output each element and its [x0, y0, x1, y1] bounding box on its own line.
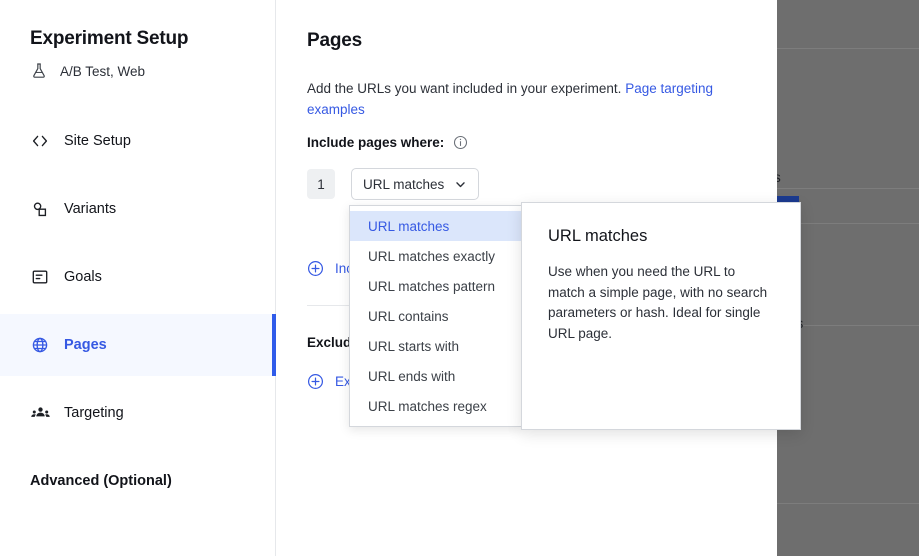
- sidebar-item-label: Variants: [64, 201, 117, 217]
- sidebar-item-label: Pages: [64, 337, 107, 353]
- dim-text-fragment-top: s: [777, 170, 781, 185]
- people-group-icon: [30, 403, 50, 423]
- condition-dropdown-menu: URL matches URL matches exactly URL matc…: [349, 205, 522, 427]
- include-pages-label-group: Include pages where:: [307, 135, 468, 150]
- sidebar-item-label: Goals: [64, 269, 102, 285]
- code-brackets-icon: [30, 131, 50, 151]
- sidebar-item-goals[interactable]: Goals: [0, 246, 276, 308]
- sidebar-item-site-setup[interactable]: Site Setup: [0, 110, 276, 172]
- include-pages-label: Include pages where:: [307, 135, 445, 150]
- dim-card: [777, 48, 919, 188]
- info-circle-icon[interactable]: [453, 135, 468, 150]
- page-title: Experiment Setup: [30, 28, 189, 49]
- plus-circle-icon: [307, 260, 324, 277]
- rule-row-1: 1 URL matches: [307, 168, 480, 200]
- globe-icon: [30, 335, 50, 355]
- dropdown-option-url-ends-with[interactable]: URL ends with: [350, 361, 521, 391]
- dropdown-option-url-starts-with[interactable]: URL starts with: [350, 331, 521, 361]
- sidebar-item-label: Targeting: [64, 405, 124, 421]
- sidebar-item-label: Advanced (Optional): [30, 473, 172, 489]
- variants-icon: [30, 199, 50, 219]
- panel-title: Pages: [307, 30, 362, 51]
- sidebar: Experiment Setup A/B Test, Web Site Setu…: [0, 0, 276, 556]
- condition-select[interactable]: URL matches: [351, 168, 480, 200]
- dropdown-option-url-matches-regex[interactable]: URL matches regex: [350, 391, 521, 421]
- dropdown-option-url-matches-exactly[interactable]: URL matches exactly: [350, 241, 521, 271]
- panel-description-text: Add the URLs you want included in your e…: [307, 81, 626, 96]
- condition-select-value: URL matches: [363, 176, 445, 192]
- dropdown-option-url-matches-pattern[interactable]: URL matches pattern: [350, 271, 521, 301]
- tooltip-title: URL matches: [548, 227, 648, 245]
- dropdown-option-url-contains[interactable]: URL contains: [350, 301, 521, 331]
- experiment-type-label: A/B Test, Web: [60, 63, 146, 79]
- flask-icon: [30, 62, 48, 80]
- dropdown-option-url-matches[interactable]: URL matches: [350, 211, 521, 241]
- chevron-down-icon: [454, 178, 467, 191]
- experiment-type: A/B Test, Web: [30, 62, 145, 80]
- goals-list-icon: [30, 267, 50, 287]
- sidebar-item-advanced[interactable]: Advanced (Optional): [0, 450, 276, 512]
- tooltip-body: Use when you need the URL to match a sim…: [548, 264, 768, 341]
- sidebar-item-variants[interactable]: Variants: [0, 178, 276, 240]
- sidebar-item-pages[interactable]: Pages: [0, 314, 276, 376]
- dim-card: [777, 503, 919, 525]
- condition-help-tooltip: URL matches Use when you need the URL to…: [521, 202, 801, 430]
- sidebar-item-targeting[interactable]: Targeting: [0, 382, 276, 444]
- rule-number-badge: 1: [307, 169, 335, 199]
- sidebar-item-label: Site Setup: [64, 133, 131, 149]
- plus-circle-icon: [307, 373, 324, 390]
- app-root: Experiment Setup A/B Test, Web Site Setu…: [0, 0, 919, 556]
- panel-description: Add the URLs you want included in your e…: [307, 78, 752, 120]
